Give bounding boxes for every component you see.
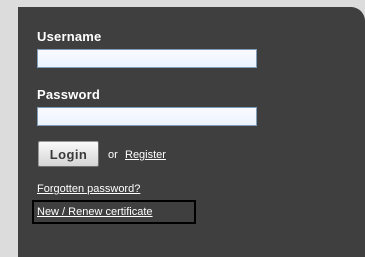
or-text: or: [108, 149, 118, 161]
username-label: Username: [37, 29, 102, 44]
username-input[interactable]: [37, 49, 257, 68]
forgot-password-link[interactable]: Forgotten password?: [37, 183, 140, 196]
renew-certificate-link[interactable]: New / Renew certificate: [32, 200, 196, 224]
login-panel: Username Password Login or Register Forg…: [18, 7, 365, 257]
register-link[interactable]: Register: [125, 149, 166, 162]
password-input[interactable]: [37, 107, 257, 126]
login-button[interactable]: Login: [38, 141, 99, 167]
password-label: Password: [37, 87, 101, 102]
